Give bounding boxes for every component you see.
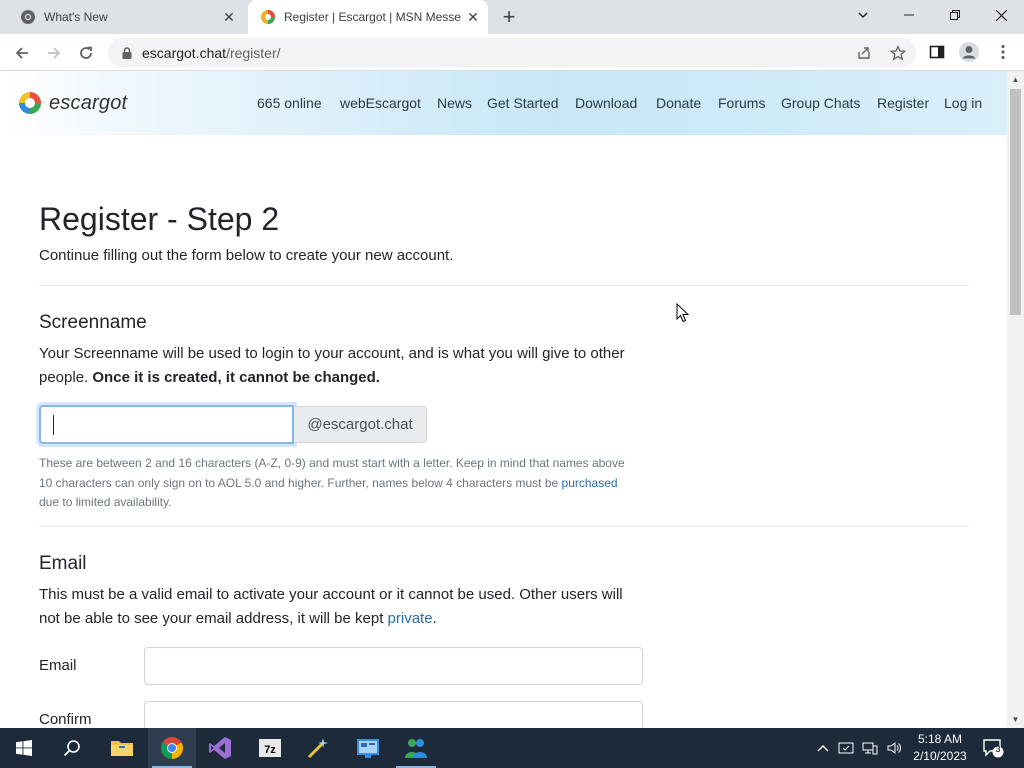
email-label: Email [39,657,77,674]
screenname-description: Your Screenname will be used to login to… [39,345,625,386]
nav-group-chats[interactable]: Group Chats [781,95,860,111]
scroll-down-icon[interactable]: ▼ [1011,715,1020,724]
tab-search-chevron-icon[interactable] [840,0,886,30]
nav-register[interactable]: Register [877,95,929,111]
page-title: Register - Step 2 [39,201,280,237]
close-tab-icon[interactable]: ✕ [464,8,482,26]
magic-wand-icon [307,738,328,759]
site-logo[interactable]: escargot [18,89,127,117]
share-icon[interactable] [856,45,872,61]
private-link[interactable]: private [388,610,433,627]
taskbar-messenger[interactable] [392,728,440,768]
tab-register[interactable]: Register | Escargot | MSN Messe ✕ [248,0,488,34]
volume-icon[interactable] [884,728,904,768]
purchased-link[interactable]: purchased [562,476,618,490]
taskbar-clock[interactable]: 5:18 AM 2/10/2023 [908,731,972,765]
search-button[interactable] [48,728,96,768]
mouse-cursor-icon [676,303,690,323]
new-tab-button[interactable]: + [498,6,520,28]
tab-title: Register | Escargot | MSN Messe [284,10,461,24]
forward-button[interactable] [41,40,67,66]
escargot-logo-icon [19,92,41,114]
network-icon[interactable] [860,728,880,768]
address-bar[interactable]: escargot.chat/register/ [108,38,916,67]
page-scrollbar[interactable]: ▲ ▼ [1007,71,1024,728]
windows-taskbar: 7z 5:18 AM 2/10/2023 3 [0,728,1024,768]
kebab-menu-icon[interactable] [992,41,1014,63]
nav-download[interactable]: Download [575,95,637,111]
email-heading: Email [39,553,87,574]
minimize-button[interactable] [886,0,932,30]
close-tab-icon[interactable]: ✕ [220,8,238,26]
nav-get-started[interactable]: Get Started [487,95,559,111]
tray-security-icon[interactable] [836,728,856,768]
taskbar-file-explorer[interactable] [98,728,146,768]
logo-text: escargot [49,91,128,114]
screenname-heading: Screenname [39,312,147,333]
taskbar-wand-app[interactable] [294,728,342,768]
taskbar-7zip[interactable]: 7z [246,728,294,768]
svg-text:7z: 7z [264,744,276,756]
side-panel-icon[interactable] [926,41,948,63]
email-field[interactable] [144,647,643,685]
profile-avatar-icon[interactable] [958,41,980,63]
text-caret [53,415,54,435]
scroll-up-icon[interactable]: ▲ [1011,75,1020,84]
browser-tab-strip: What's New ✕ Register | Escargot | MSN M… [0,0,1024,34]
divider [39,526,969,527]
control-panel-icon [357,739,379,758]
taskbar-control-panel[interactable] [344,728,392,768]
nav-news[interactable]: News [437,95,472,111]
7zip-icon: 7z [259,739,281,757]
restore-button[interactable] [932,0,978,30]
folder-icon [111,741,133,756]
start-button[interactable] [0,728,48,768]
clock-time: 5:18 AM [917,732,963,746]
scrollbar-thumb[interactable] [1010,89,1021,315]
screenname-help-text: These are between 2 and 16 characters (A… [39,456,625,509]
visual-studio-icon [209,737,231,759]
nav-forums[interactable]: Forums [718,95,765,111]
tab-title: What's New [44,10,108,24]
notifications-button[interactable]: 3 [980,728,1006,768]
chrome-icon [21,10,35,24]
confirm-email-field[interactable] [144,701,643,728]
screenname-input[interactable] [39,405,294,444]
divider [39,285,969,286]
url-text: escargot.chat/register/ [142,44,281,61]
screenname-domain-addon: @escargot.chat [294,406,427,443]
email-description: This must be a valid email to activate y… [39,586,623,627]
nav-donate[interactable]: Donate [656,95,701,111]
lock-icon[interactable] [120,46,134,60]
notification-count: 3 [995,744,1001,754]
page-viewport: escargot 665 online webEscargot News Get… [0,71,1007,728]
chrome-icon [161,737,183,759]
site-header: escargot 665 online webEscargot News Get… [0,71,1007,135]
confirm-email-label: Confirm [39,711,92,728]
taskbar-visual-studio[interactable] [196,728,244,768]
windows-logo-icon [16,740,32,756]
search-icon [63,740,80,757]
nav-log-in[interactable]: Log in [944,95,982,111]
taskbar-chrome[interactable] [148,728,196,768]
reload-button[interactable] [73,40,99,66]
nav-webescargot[interactable]: webEscargot [340,95,421,111]
messenger-buddies-icon [405,739,427,758]
screenname-warning: Once it is created, it cannot be changed… [92,369,380,386]
back-button[interactable] [9,40,35,66]
bookmark-star-icon[interactable] [890,45,906,61]
browser-toolbar: escargot.chat/register/ [0,34,1024,71]
escargot-favicon-icon [261,10,275,24]
close-window-button[interactable] [978,0,1024,30]
clock-date: 2/10/2023 [913,749,967,763]
show-hidden-icons[interactable] [814,728,832,768]
page-lead: Continue filling out the form below to c… [39,247,454,264]
nav-online-count[interactable]: 665 online [257,95,322,111]
chevron-up-icon [817,745,829,752]
tab-whats-new[interactable]: What's New ✕ [8,0,244,34]
